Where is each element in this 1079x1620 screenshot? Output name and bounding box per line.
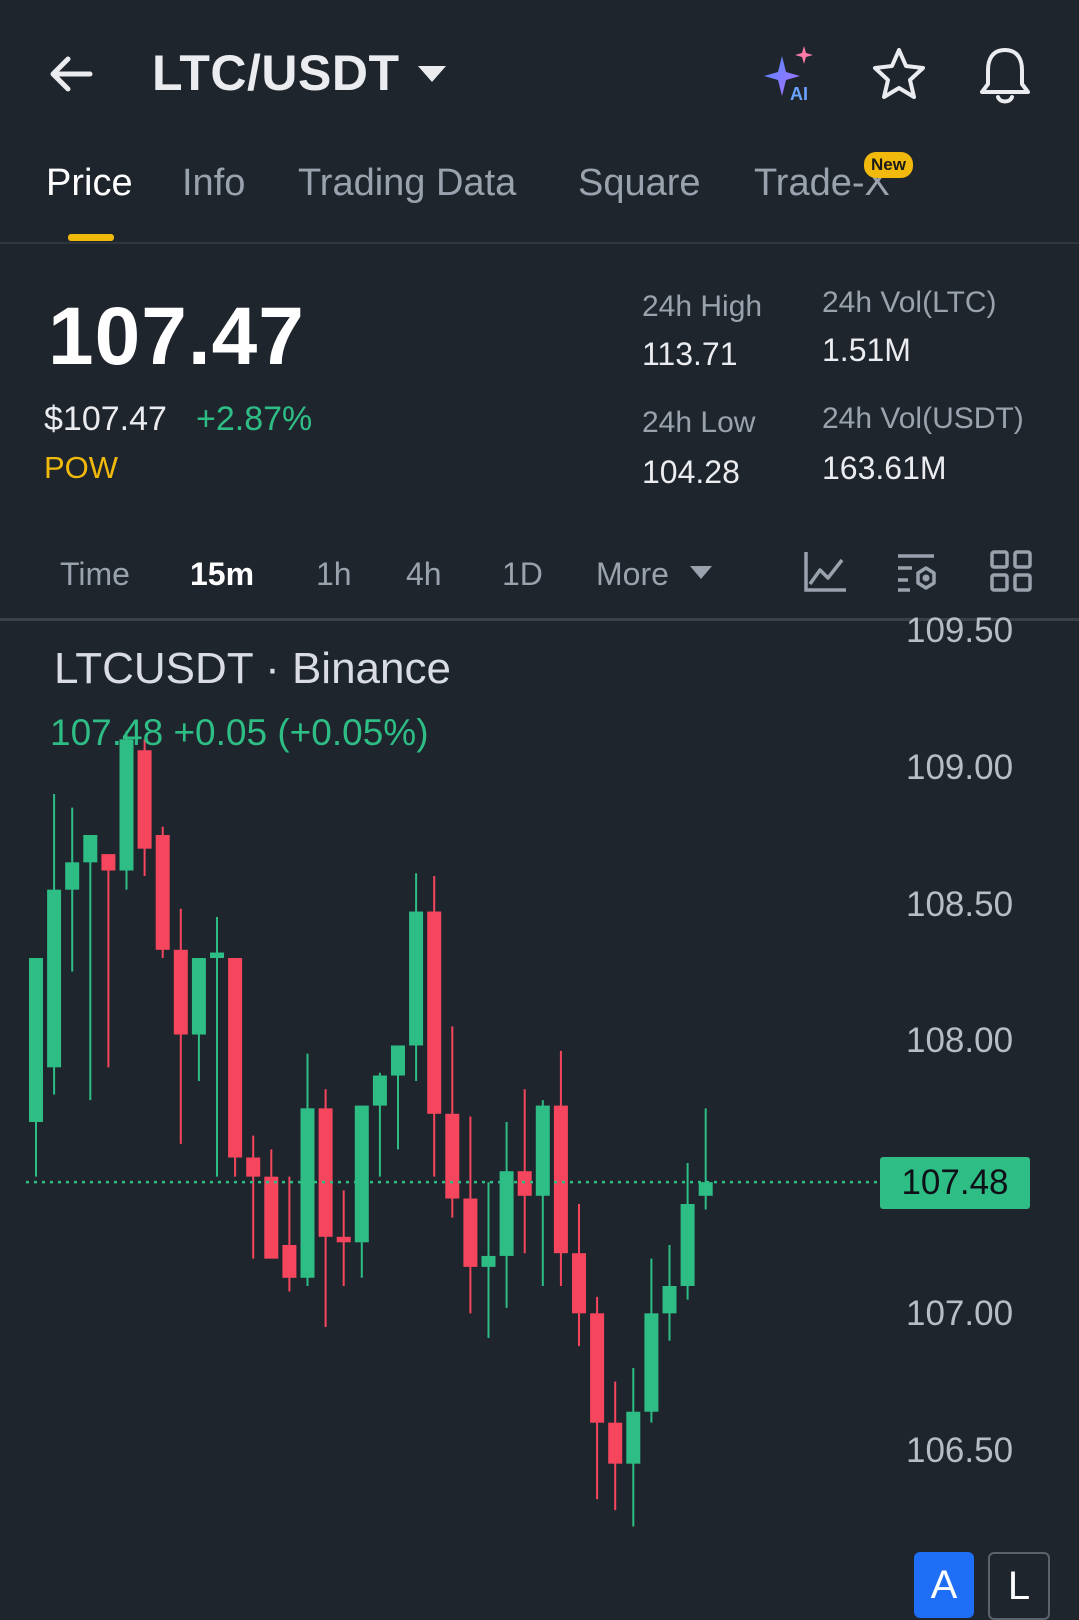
header-divider	[0, 242, 1079, 244]
low-value: 104.28	[642, 454, 740, 490]
active-tab-indicator	[68, 234, 114, 241]
y-axis-label: 109.50	[906, 611, 1014, 650]
candle-body	[391, 1045, 405, 1076]
candle-body	[553, 1105, 568, 1254]
chart-title: LTCUSDT · Binance	[54, 644, 451, 693]
svg-text:AI: AI	[790, 84, 808, 104]
candle-body	[119, 739, 134, 871]
interval-more[interactable]: More	[596, 556, 669, 593]
interval-15m[interactable]: 15m	[190, 556, 254, 593]
chart-ohlc-readout: 107.48 +0.05 (+0.05%)	[50, 712, 429, 753]
candle-body	[572, 1253, 586, 1314]
candle-body	[354, 1105, 369, 1243]
candle-body	[137, 750, 152, 849]
interval-1d[interactable]: 1D	[502, 556, 543, 593]
candle-body	[499, 1171, 514, 1256]
candle-body	[644, 1313, 659, 1412]
candle-body	[698, 1182, 713, 1196]
candle-body	[191, 958, 206, 1035]
candle-body	[282, 1245, 297, 1278]
chart-settings-icon[interactable]	[894, 548, 940, 594]
auto-scale-button[interactable]: A	[914, 1552, 974, 1618]
y-axis-label: 107.00	[906, 1294, 1014, 1333]
candle-body	[264, 1176, 279, 1259]
candle-body	[517, 1171, 532, 1196]
vol-ltc-label: 24h Vol(LTC)	[822, 286, 997, 319]
last-price: 107.47	[48, 291, 305, 382]
low-label: 24h Low	[642, 406, 756, 439]
price-change-percent: +2.87%	[196, 400, 313, 438]
back-arrow-icon[interactable]	[44, 44, 104, 104]
candle-body	[590, 1313, 605, 1423]
high-label: 24h High	[642, 290, 763, 323]
candle-body	[608, 1422, 623, 1464]
tab-trading-data[interactable]: Trading Data	[298, 162, 516, 205]
interval-1h[interactable]: 1h	[316, 556, 352, 593]
ai-sparkle-icon[interactable]: AI	[760, 42, 826, 108]
high-value: 113.71	[642, 336, 738, 372]
candle-body	[300, 1108, 315, 1278]
more-dropdown-caret-icon[interactable]	[690, 566, 712, 579]
indicator-chart-icon[interactable]	[802, 548, 848, 594]
candle-body	[173, 949, 188, 1035]
y-axis-label: 108.00	[906, 1021, 1014, 1060]
candle-body	[210, 952, 224, 958]
usd-price: $107.47	[44, 400, 167, 438]
interval-4h[interactable]: 4h	[406, 556, 442, 593]
candle-body	[372, 1075, 387, 1106]
pair-dropdown-caret-icon[interactable]	[418, 66, 446, 82]
vol-usdt-label: 24h Vol(USDT)	[822, 402, 1024, 435]
candle-body	[228, 958, 243, 1158]
candle-body	[318, 1108, 333, 1237]
candle-body	[445, 1113, 460, 1199]
candle-body	[47, 889, 62, 1068]
tab-square[interactable]: Square	[578, 162, 701, 205]
candle-body	[65, 862, 80, 890]
bell-icon[interactable]	[974, 42, 1036, 108]
favorite-star-icon[interactable]	[868, 44, 930, 106]
candle-body	[29, 958, 43, 1122]
candle-body	[101, 854, 116, 871]
current-price-tag: 107.48	[880, 1157, 1030, 1209]
tab-info[interactable]: Info	[182, 162, 245, 205]
y-axis-label: 106.50	[906, 1431, 1014, 1470]
y-axis-label: 108.50	[906, 885, 1014, 924]
y-axis-label: 109.00	[906, 748, 1014, 787]
new-badge: New	[864, 152, 913, 178]
tab-price[interactable]: Price	[46, 162, 133, 205]
tag-pow[interactable]: POW	[44, 450, 118, 486]
vol-ltc-value: 1.51M	[822, 332, 911, 368]
candle-body	[463, 1198, 478, 1267]
vol-usdt-value: 163.61M	[822, 450, 947, 486]
candle-body	[481, 1255, 496, 1267]
candle-body	[626, 1411, 641, 1464]
candle-body	[680, 1204, 695, 1286]
pair-selector[interactable]: LTC/USDT	[152, 44, 399, 102]
candle-body	[246, 1157, 261, 1177]
candle-body	[83, 835, 98, 863]
interval-time[interactable]: Time	[60, 556, 130, 593]
candle-body	[155, 835, 170, 950]
candle-body	[662, 1286, 677, 1314]
candle-body	[409, 911, 424, 1046]
log-scale-button[interactable]: L	[988, 1552, 1050, 1620]
candlestick-chart[interactable]	[0, 622, 880, 1560]
layout-grid-icon[interactable]	[988, 548, 1034, 594]
candle-body	[427, 911, 442, 1114]
candle-body	[336, 1236, 351, 1243]
